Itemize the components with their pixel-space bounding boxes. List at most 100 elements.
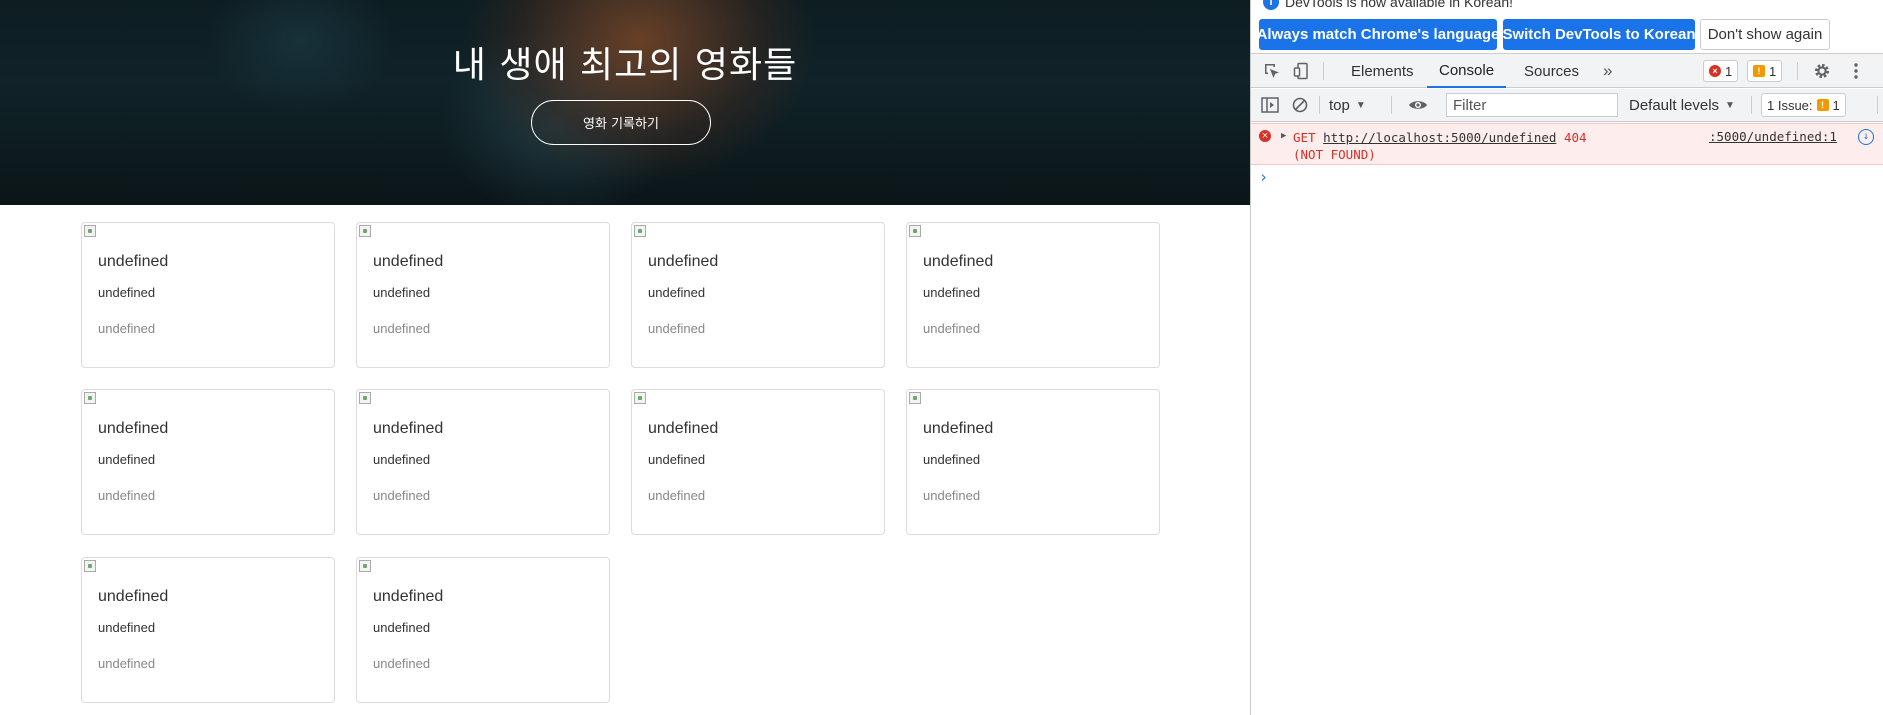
separator (1751, 96, 1752, 114)
movie-card[interactable]: undefined undefined undefined (356, 557, 610, 703)
card-title: undefined (373, 253, 444, 270)
error-url-link[interactable]: http://localhost:5000/undefined (1323, 130, 1556, 145)
error-count-badge[interactable]: × 1 (1703, 60, 1739, 82)
card-description: undefined (648, 285, 706, 300)
caret-down-icon: ▼ (1355, 99, 1366, 111)
context-value: top (1329, 96, 1350, 114)
card-description: undefined (373, 285, 431, 300)
infobar-text: DevTools is now available in Korean! (1285, 0, 1514, 10)
card-comment: undefined (98, 321, 156, 336)
card-comment: undefined (98, 656, 156, 671)
sidebar-toggle-icon[interactable] (1259, 94, 1281, 116)
movie-card[interactable]: undefined undefined undefined (631, 389, 885, 535)
card-title: undefined (923, 420, 994, 437)
movie-card[interactable]: undefined undefined undefined (356, 389, 610, 535)
error-icon: × (1709, 65, 1721, 77)
card-comment: undefined (648, 488, 706, 503)
card-comment: undefined (923, 488, 981, 503)
issues-label: 1 Issue: (1767, 97, 1813, 113)
language-infobar: i DevTools is now available in Korean! A… (1251, 0, 1883, 52)
issues-button[interactable]: 1 Issue: ! 1 (1761, 93, 1846, 117)
card-description: undefined (98, 452, 156, 467)
device-toolbar-icon[interactable] (1291, 60, 1313, 82)
card-description: undefined (923, 285, 981, 300)
record-movie-button[interactable]: 영화 기록하기 (531, 100, 711, 145)
hero-banner: 내 생애 최고의 영화들 영화 기록하기 (0, 0, 1250, 205)
log-levels-value: Default levels (1629, 96, 1720, 114)
error-count: 1 (1725, 63, 1733, 79)
separator (1877, 96, 1878, 114)
clear-console-icon[interactable] (1289, 94, 1311, 116)
card-description: undefined (923, 452, 981, 467)
tab-console[interactable]: Console (1427, 54, 1507, 88)
info-icon: i (1263, 0, 1279, 10)
card-title: undefined (373, 588, 444, 605)
broken-image-icon (634, 392, 646, 404)
warning-count-badge[interactable]: ! 1 (1747, 60, 1783, 82)
warning-count: 1 (1769, 63, 1777, 79)
card-comment: undefined (923, 321, 981, 336)
context-select[interactable]: top ▼ (1329, 93, 1366, 117)
separator (1797, 62, 1798, 80)
tab-elements[interactable]: Elements (1351, 54, 1414, 88)
inspect-element-icon[interactable] (1261, 60, 1283, 82)
broken-image-icon (634, 225, 646, 237)
separator (1323, 62, 1324, 80)
error-source-link[interactable]: :5000/undefined:1 (1709, 129, 1837, 144)
settings-gear-icon[interactable] (1811, 60, 1833, 82)
broken-image-icon (909, 225, 921, 237)
movie-card[interactable]: undefined undefined undefined (906, 389, 1160, 535)
broken-image-icon (909, 392, 921, 404)
devtools-panel: i DevTools is now available in Korean! A… (1250, 0, 1883, 715)
error-icon: × (1259, 130, 1271, 142)
tab-sources[interactable]: Sources (1524, 54, 1579, 88)
error-method: GET (1293, 130, 1316, 145)
error-text: GET http://localhost:5000/undefined 404 … (1293, 129, 1623, 163)
movie-card[interactable]: undefined undefined undefined (81, 557, 335, 703)
expand-triangle-icon[interactable]: ▶ (1281, 131, 1286, 141)
console-prompt[interactable]: › (1259, 168, 1268, 186)
log-levels-select[interactable]: Default levels ▼ (1629, 93, 1735, 117)
devtools-tabbar: Elements Console Sources » × 1 ! 1 (1251, 53, 1883, 88)
card-description: undefined (373, 452, 431, 467)
broken-image-icon (84, 560, 96, 572)
warning-icon: ! (1753, 65, 1765, 77)
caret-down-icon: ▼ (1725, 99, 1735, 111)
separator (1319, 96, 1320, 114)
more-options-icon[interactable] (1845, 60, 1867, 82)
card-title: undefined (648, 420, 719, 437)
card-title: undefined (98, 420, 169, 437)
card-title: undefined (98, 588, 169, 605)
separator (1391, 96, 1392, 114)
movie-card[interactable]: undefined undefined undefined (631, 222, 885, 368)
movie-card[interactable]: undefined undefined undefined (906, 222, 1160, 368)
card-description: undefined (98, 285, 156, 300)
movie-card[interactable]: undefined undefined undefined (81, 389, 335, 535)
card-comment: undefined (373, 656, 431, 671)
card-description: undefined (98, 620, 156, 635)
match-language-button[interactable]: Always match Chrome's language (1257, 19, 1499, 50)
web-page: 내 생애 최고의 영화들 영화 기록하기 undefined undefined… (0, 0, 1250, 715)
dont-show-again-button[interactable]: Don't show again (1700, 19, 1830, 50)
warning-icon: ! (1816, 99, 1829, 111)
card-title: undefined (373, 420, 444, 437)
card-comment: undefined (373, 321, 431, 336)
hero-title: 내 생애 최고의 영화들 (452, 45, 798, 86)
card-description: undefined (373, 620, 431, 635)
more-tabs-icon[interactable]: » (1603, 54, 1612, 88)
movie-card[interactable]: undefined undefined undefined (81, 222, 335, 368)
eye-icon[interactable] (1407, 94, 1429, 116)
card-title: undefined (98, 253, 169, 270)
switch-language-button[interactable]: Switch DevTools to Korean (1502, 19, 1696, 50)
movie-card[interactable]: undefined undefined undefined (356, 222, 610, 368)
console-error-message[interactable]: × ▶ GET http://localhost:5000/undefined … (1251, 123, 1883, 165)
card-comment: undefined (373, 488, 431, 503)
card-comment: undefined (98, 488, 156, 503)
filter-input[interactable] (1446, 93, 1618, 117)
broken-image-icon (84, 392, 96, 404)
broken-image-icon (359, 225, 371, 237)
card-description: undefined (648, 452, 706, 467)
network-link-icon[interactable]: ↓ (1858, 129, 1874, 145)
broken-image-icon (359, 392, 371, 404)
card-title: undefined (923, 253, 994, 270)
